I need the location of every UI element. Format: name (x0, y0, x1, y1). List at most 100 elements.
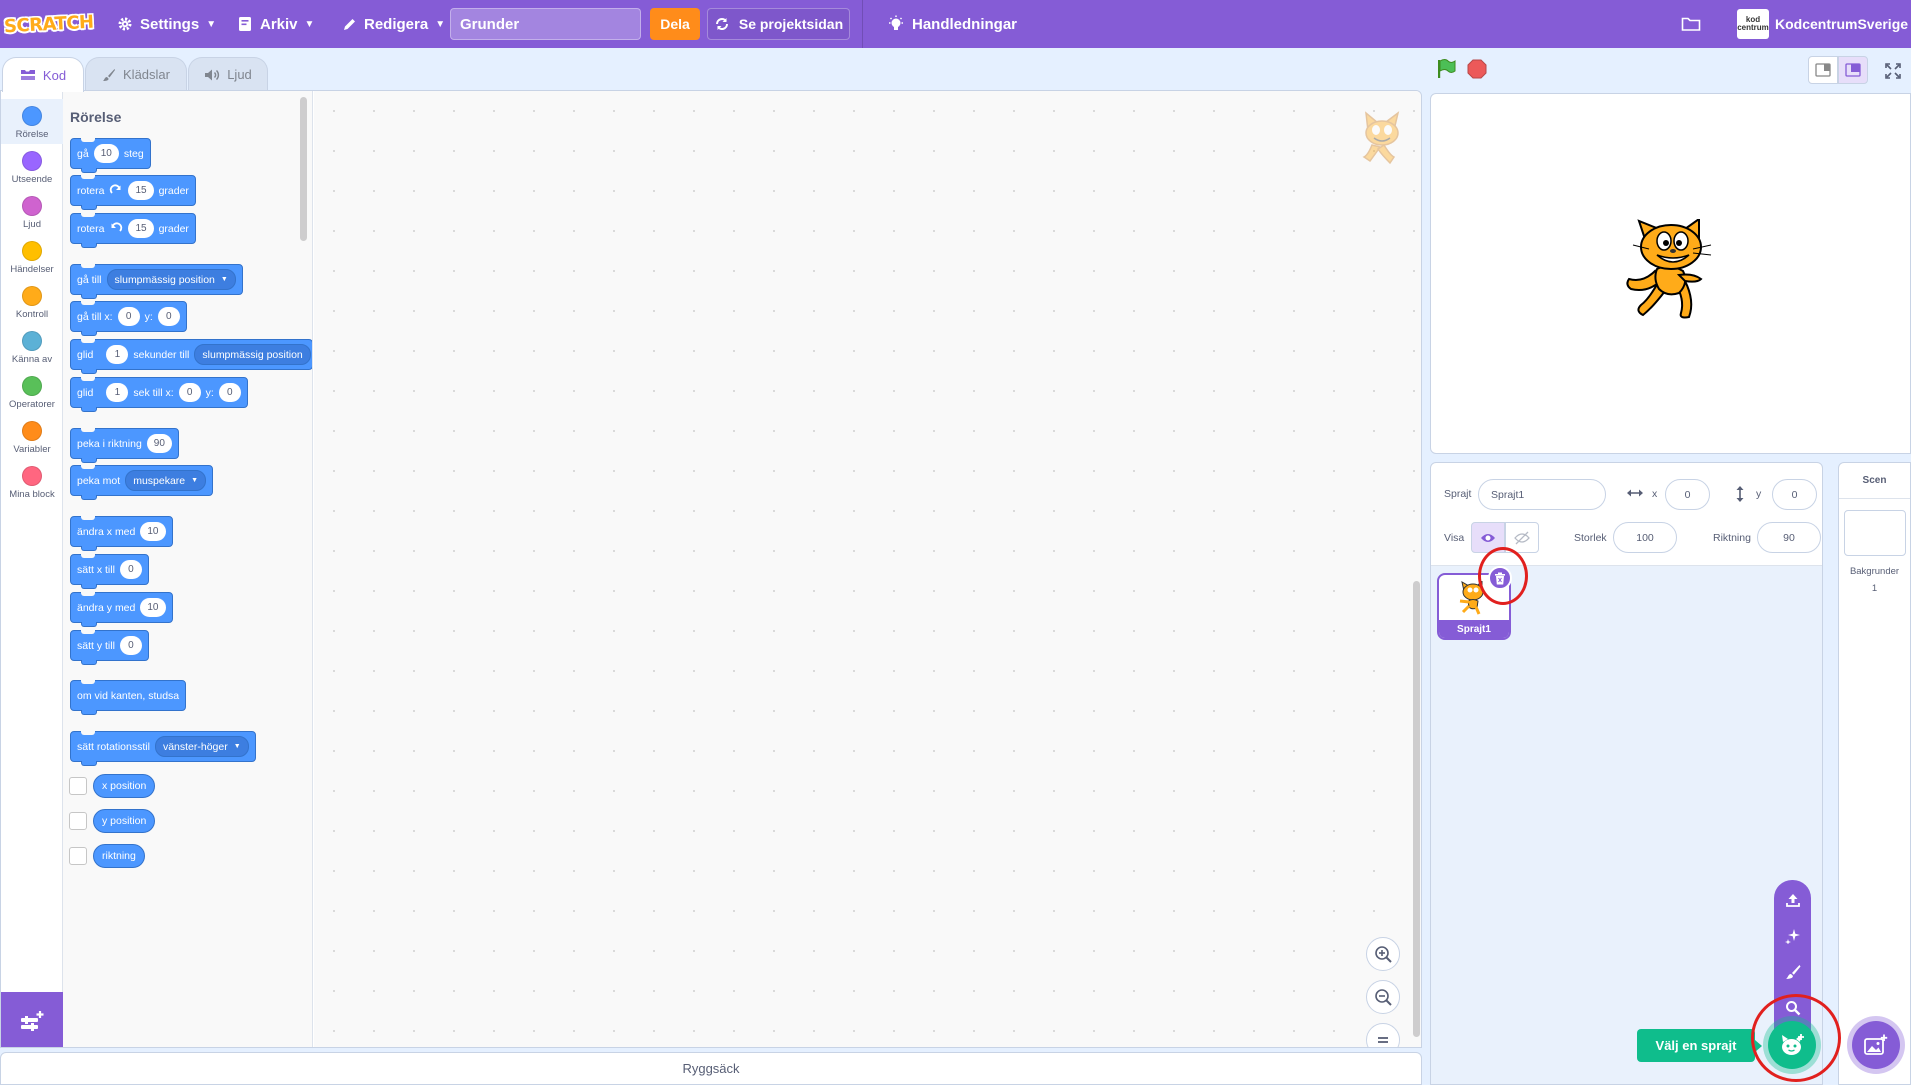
block-set-y[interactable]: sätt y till 0 (70, 630, 149, 665)
block-number-input[interactable]: 0 (178, 383, 201, 402)
zoom-in-icon (1375, 946, 1392, 963)
category-events[interactable]: Händelser (1, 234, 63, 279)
block-turn-left[interactable]: rotera 15 grader (70, 213, 196, 248)
block-move-steps[interactable]: gå 10 steg (70, 138, 151, 173)
scratch-logo[interactable]: SCRATCH (4, 9, 95, 39)
project-title-input[interactable] (450, 8, 641, 40)
block-go-to-xy[interactable]: gå till x: 0 y: 0 (70, 301, 187, 336)
vertical-arrows-icon (1736, 486, 1744, 502)
palette-scrollbar[interactable] (300, 97, 307, 241)
block-number-input[interactable]: 10 (140, 598, 166, 617)
block-turn-right[interactable]: rotera 15 grader (70, 175, 196, 210)
backpack[interactable]: Ryggsäck (0, 1052, 1422, 1085)
block-change-y[interactable]: ändra y med 10 (70, 592, 173, 627)
block-number-input[interactable]: 15 (128, 181, 154, 200)
sprite-name-input[interactable]: Sprajt1 (1478, 479, 1606, 510)
zoom-in-button[interactable] (1366, 937, 1400, 971)
tab-sounds[interactable]: Ljud (188, 57, 268, 91)
sprite-tile-name: Sprajt1 (1439, 620, 1509, 638)
delete-sprite-button[interactable] (1488, 566, 1512, 590)
small-stage-icon (1815, 63, 1831, 77)
block-glide-to[interactable]: glid 1 sekunder till slumpmässig positio… (70, 339, 312, 374)
edit-menu[interactable]: Redigera ▼ (342, 0, 445, 48)
choose-sprite-button[interactable] (1768, 1021, 1816, 1069)
category-sensing[interactable]: Känna av (1, 324, 63, 369)
fullscreen-button[interactable] (1880, 58, 1906, 84)
category-operators[interactable]: Operatorer (1, 369, 63, 414)
reporter-direction[interactable]: riktning (93, 844, 145, 868)
category-variables[interactable]: Variabler (1, 414, 63, 459)
add-sprite-menu (1774, 880, 1811, 1035)
block-number-input[interactable]: 1 (106, 383, 129, 402)
category-sound[interactable]: Ljud (1, 189, 63, 234)
block-set-rotation-style[interactable]: sätt rotationsstil vänster-höger ▼ (70, 731, 256, 766)
block-dropdown[interactable]: slumpmässig position (194, 344, 311, 365)
reporter-x-position[interactable]: x position (93, 774, 156, 798)
small-stage-button[interactable] (1808, 56, 1838, 84)
account-avatar[interactable]: kod centrum (1737, 9, 1769, 39)
settings-menu[interactable]: Settings ▼ (117, 0, 216, 48)
stage-backdrop-pane[interactable]: Scen Bakgrunder 1 (1838, 462, 1911, 1085)
block-palette: Rörelse gå 10 steg rotera 15 grader rote… (63, 91, 313, 1047)
green-flag-icon[interactable] (1435, 58, 1457, 80)
x-position-input[interactable]: 0 (1665, 479, 1710, 510)
category-control[interactable]: Kontroll (1, 279, 63, 324)
block-set-x[interactable]: sätt x till 0 (70, 554, 149, 589)
surprise-sprite-button[interactable] (1774, 918, 1811, 954)
menu-divider (862, 0, 863, 48)
normal-stage-button[interactable] (1838, 56, 1868, 84)
size-label: Storlek (1574, 532, 1607, 544)
block-number-input[interactable]: 10 (140, 522, 166, 541)
block-number-input[interactable]: 0 (157, 307, 180, 326)
show-sprite-button[interactable] (1471, 522, 1505, 553)
size-input[interactable]: 100 (1613, 522, 1677, 553)
monitor-checkbox-y[interactable] (69, 812, 87, 830)
block-change-x[interactable]: ändra x med 10 (70, 516, 173, 551)
y-position-input[interactable]: 0 (1772, 479, 1817, 510)
block-dropdown[interactable]: slumpmässig position ▼ (106, 269, 236, 290)
block-number-input[interactable]: 0 (119, 636, 142, 655)
choose-backdrop-button[interactable] (1852, 1021, 1900, 1069)
category-looks[interactable]: Utseende (1, 144, 63, 189)
tab-code[interactable]: Kod (2, 57, 84, 92)
stage-canvas[interactable] (1430, 93, 1911, 454)
monitor-checkbox-x[interactable] (69, 777, 87, 795)
block-go-to[interactable]: gå till slumpmässig position ▼ (70, 264, 243, 299)
block-number-input[interactable]: 0 (117, 307, 140, 326)
my-stuff-button[interactable] (1681, 0, 1701, 48)
workspace-scrollbar[interactable] (1413, 581, 1420, 1037)
stop-icon[interactable] (1467, 59, 1487, 79)
zoom-reset-button[interactable] (1366, 1023, 1400, 1047)
tab-costumes[interactable]: Klädslar (85, 57, 187, 91)
direction-input[interactable]: 90 (1757, 522, 1821, 553)
category-motion[interactable]: Rörelse (1, 99, 63, 144)
tutorials-button[interactable]: Handledningar (887, 0, 1017, 48)
block-number-input[interactable]: 0 (119, 560, 142, 579)
block-number-input[interactable]: 0 (218, 383, 241, 402)
block-dropdown[interactable]: vänster-höger ▼ (154, 736, 249, 757)
block-number-input[interactable]: 1 (106, 345, 129, 364)
block-point-towards[interactable]: peka mot muspekare ▼ (70, 465, 214, 500)
block-number-input[interactable]: 15 (128, 219, 154, 238)
block-point-in-direction[interactable]: peka i riktning 90 (70, 428, 179, 463)
block-dropdown[interactable]: muspekare ▼ (125, 470, 207, 491)
monitor-checkbox-direction[interactable] (69, 847, 87, 865)
block-number-input[interactable]: 10 (93, 144, 119, 163)
cat-sprite[interactable] (1619, 219, 1719, 325)
account-menu[interactable]: KodcentrumSverige (1775, 0, 1908, 48)
script-workspace[interactable] (314, 91, 1421, 1047)
hide-sprite-button[interactable] (1505, 522, 1539, 553)
share-button[interactable]: Dela (650, 8, 700, 40)
see-project-page-button[interactable]: Se projektsidan (707, 8, 850, 40)
block-bounce-on-edge[interactable]: om vid kanten, studsa (70, 680, 187, 715)
upload-sprite-button[interactable] (1774, 882, 1811, 918)
reporter-y-position[interactable]: y position (93, 809, 156, 833)
block-glide-to-xy[interactable]: glid 1 sek till x: 0 y: 0 (70, 377, 248, 412)
add-extension-button[interactable] (1, 992, 63, 1047)
block-number-input[interactable]: 90 (146, 434, 172, 453)
zoom-out-button[interactable] (1366, 980, 1400, 1014)
file-menu[interactable]: Arkiv ▼ (238, 0, 314, 48)
paint-sprite-button[interactable] (1774, 954, 1811, 990)
backdrop-thumbnail[interactable] (1844, 510, 1906, 556)
category-my-blocks[interactable]: Mina block (1, 459, 63, 504)
